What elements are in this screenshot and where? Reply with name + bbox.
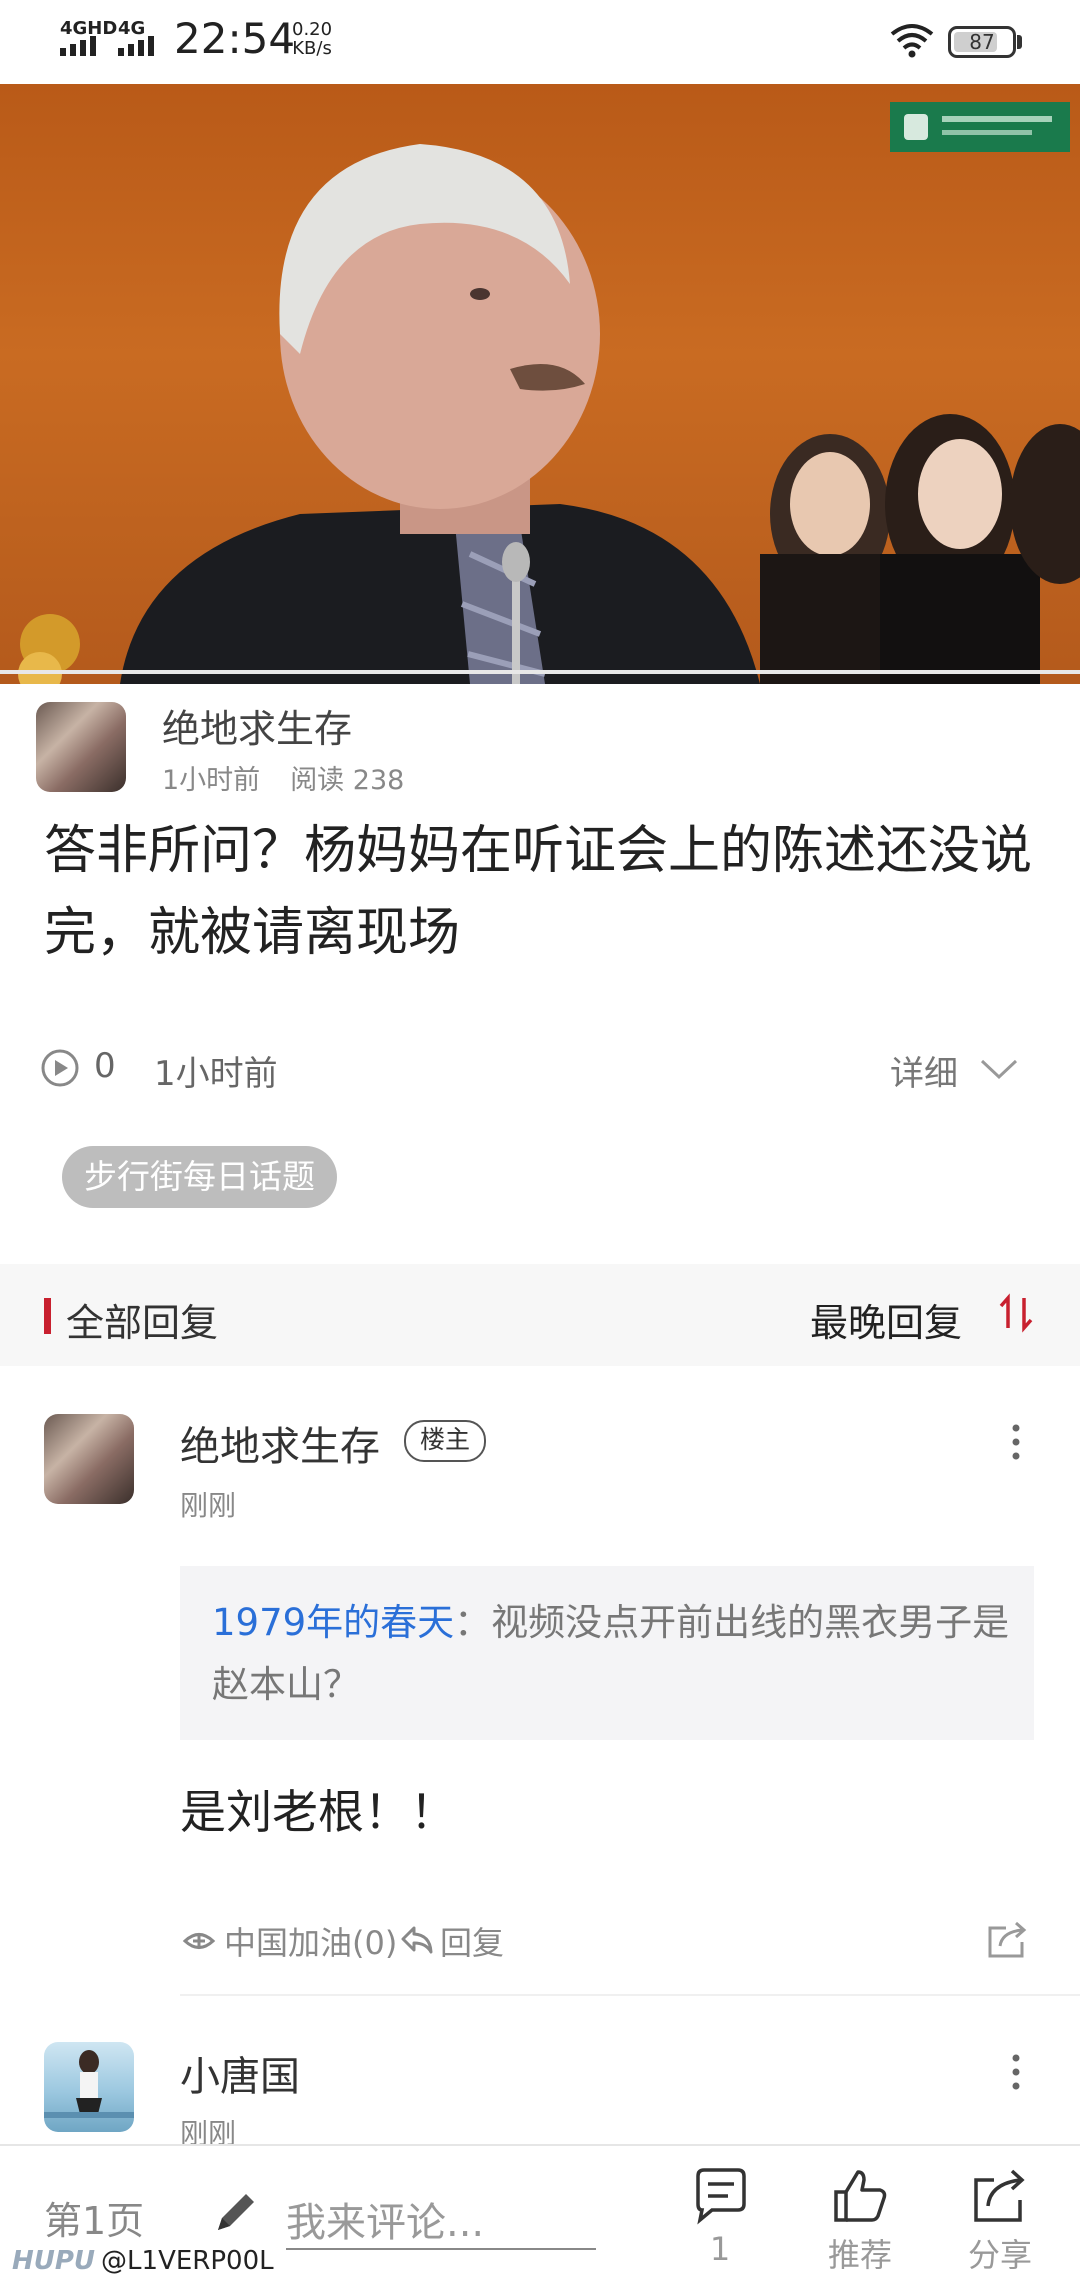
post-time: 1小时前	[154, 1054, 278, 1094]
reply-button[interactable]: 回复	[440, 1918, 504, 1964]
battery-icon: 87	[948, 26, 1016, 58]
reply-avatar[interactable]	[44, 2042, 134, 2132]
reply-author-name[interactable]: 绝地求生存	[180, 1414, 380, 1472]
quoted-user-link[interactable]: 1979年的春天	[212, 1601, 454, 1644]
wifi-icon	[890, 24, 934, 58]
post-meta: 1小时前 阅读 238	[162, 758, 404, 797]
more-options-icon[interactable]	[1010, 1422, 1022, 1462]
signal-strength-icon	[60, 36, 96, 56]
comment-icon	[696, 2168, 746, 2225]
recommend-label: 推荐	[827, 2236, 892, 2274]
more-options-icon[interactable]	[1010, 2052, 1022, 2092]
reply-body: 是刘老根！！	[180, 1785, 456, 1839]
all-replies-title: 全部回复	[66, 1301, 219, 1345]
battery-tip	[1017, 35, 1022, 49]
signal-strength-icon-2	[118, 36, 154, 56]
share-icon	[974, 2169, 1025, 2222]
detail-toggle[interactable]: 详细	[890, 1046, 958, 1095]
author-avatar[interactable]	[36, 702, 126, 792]
watermark: HUPU @L1VERP00L	[12, 2246, 274, 2276]
play-count-icon	[41, 1049, 79, 1087]
sort-toggle[interactable]: 最晚回复	[810, 1292, 962, 1347]
chevron-down-icon[interactable]	[978, 1056, 1020, 1082]
play-count: 0	[94, 1046, 116, 1086]
status-bar: 4GHD 4G 22:54 0.20 KB/s 87	[0, 0, 1080, 84]
pencil-icon[interactable]	[210, 2186, 262, 2238]
share-icon[interactable]	[986, 1920, 1030, 1960]
quoted-text: 1979年的春天：视频没点开前出线的黑衣男子是赵本山？	[212, 1592, 1012, 1716]
section-accent-bar	[44, 1298, 51, 1334]
reply-divider	[180, 1994, 1080, 1996]
quoted-reply[interactable]: 1979年的春天：视频没点开前出线的黑衣男子是赵本山？	[180, 1566, 1034, 1740]
battery-level: 87	[969, 30, 995, 54]
reply-time: 刚刚	[180, 1489, 237, 1522]
post-time-ago: 1小时前	[162, 765, 261, 796]
avatar-image	[44, 2050, 134, 2118]
clock: 22:54	[174, 14, 296, 63]
comment-count: 1	[709, 2230, 731, 2268]
reply-avatar[interactable]	[44, 1414, 134, 1504]
light-icon[interactable]	[182, 1924, 216, 1958]
bottom-bar: 第1页 我来评论... 1 推荐 分享 HUPU @L1VERP00L	[0, 2144, 1080, 2282]
op-badge: 楼主	[404, 1420, 487, 1462]
read-count: 阅读 238	[290, 765, 405, 796]
page-selector[interactable]: 第1页	[44, 2190, 144, 2245]
share-label: 分享	[967, 2236, 1032, 2274]
speed-unit: KB/s	[292, 38, 332, 59]
video-frame-image	[18, 144, 1080, 684]
speed-value: 0.20	[292, 19, 333, 40]
watermark-user: @L1VERP00L	[101, 2246, 274, 2276]
comment-input-underline	[286, 2248, 596, 2250]
reply-author-name[interactable]: 小唐国	[180, 2044, 300, 2102]
watermark-brand: HUPU	[12, 2246, 96, 2276]
light-button[interactable]: 中国加油(0)	[224, 1918, 397, 1964]
recommend-button[interactable]: 推荐	[810, 2166, 910, 2276]
author-name[interactable]: 绝地求生存	[162, 698, 352, 753]
replies-header: 全部回复 最晚回复	[0, 1264, 1080, 1366]
comments-button[interactable]: 1	[670, 2166, 770, 2268]
comment-input[interactable]: 我来评论...	[286, 2190, 484, 2248]
network-speed: 0.20 KB/s	[292, 20, 332, 58]
sort-icon[interactable]	[998, 1292, 1034, 1334]
topic-tag[interactable]: 步行街每日话题	[62, 1146, 337, 1208]
share-button[interactable]: 分享	[950, 2166, 1050, 2276]
thumbs-up-icon	[834, 2170, 887, 2222]
video-progress-bar[interactable]	[0, 670, 1080, 674]
broadcast-logo	[890, 102, 1070, 152]
reply-icon[interactable]	[400, 1922, 434, 1956]
video-player[interactable]	[0, 84, 1080, 684]
post-title: 答非所问？杨妈妈在听证会上的陈述还没说完，就被请离现场	[44, 821, 1033, 963]
